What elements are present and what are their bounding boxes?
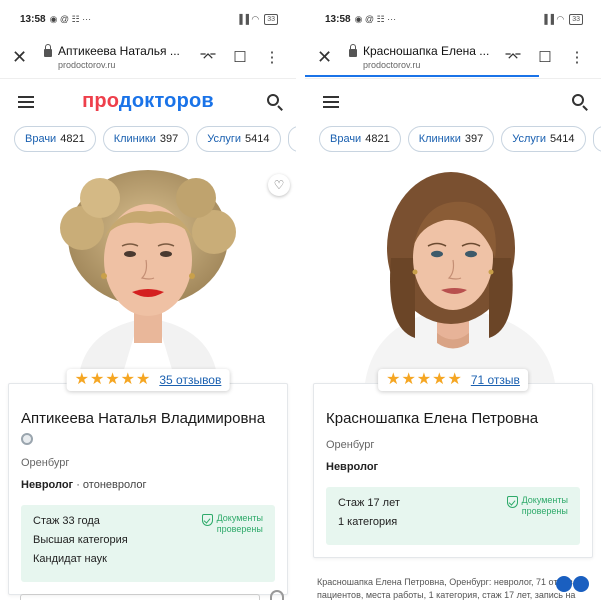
page-domain: prodoctorov.ru (363, 60, 421, 70)
chip-more[interactable] (287, 126, 296, 152)
battery-icon: 33 (264, 14, 278, 25)
doctor-portrait-image (60, 170, 236, 383)
notification-icons: ◉ @ ☷ ··· (49, 14, 92, 24)
doctor-photo: ★ ★ ★ ★ ★ 71 отзыв (305, 168, 601, 391)
url-area[interactable]: Красношапка Елена ... prodoctorov.ru (363, 44, 497, 70)
verified-label: Документы проверены (216, 513, 263, 534)
share-icon[interactable]: ⌤ (497, 48, 529, 66)
status-bar: 13:58 ◉ @ ☷ ··· ▐▐ ◠ 33 (0, 0, 296, 42)
rating-box: ★ ★ ★ ★ ★ 35 отзывов (66, 369, 230, 391)
more-menu-icon[interactable]: ⋮ (561, 48, 593, 66)
star-icon: ★ (401, 371, 416, 388)
chip-services[interactable]: Услуги 5414 (196, 126, 281, 152)
star-icon: ★ (432, 371, 447, 388)
star-icon: ★ (136, 371, 151, 388)
doctor-city: Оренбург (21, 457, 70, 469)
chip-clinics[interactable]: Клиники 397 (407, 126, 495, 152)
lock-icon (44, 44, 52, 57)
doctor-name: Красношапка Елена Петровна (326, 410, 539, 427)
hamburger-menu-icon[interactable] (323, 95, 339, 108)
bottom-action-icon[interactable] (270, 590, 284, 600)
bookmark-icon[interactable]: ☐ (529, 48, 561, 66)
degree-text: Кандидат наук (33, 553, 107, 565)
close-tab-icon[interactable]: ✕ (12, 47, 32, 68)
screen-divider (296, 0, 305, 600)
floating-chat-icon[interactable] (556, 576, 589, 592)
left-phone-screen: 13:58 ◉ @ ☷ ··· ▐▐ ◠ 33 ✕ Аптикеева Ната… (0, 0, 296, 600)
star-icon: ★ (120, 371, 136, 388)
reviews-link[interactable]: 71 отзыв (471, 373, 520, 387)
shield-check-icon (201, 514, 213, 526)
bookmark-icon[interactable]: ☐ (224, 48, 256, 66)
browser-toolbar: ✕ Аптикеева Наталья ... prodoctorov.ru ⌤… (0, 42, 296, 72)
doctor-card: Красношапка Елена Петровна Оренбург Невр… (313, 383, 593, 558)
shield-check-icon (506, 496, 518, 508)
reviews-link[interactable]: 35 отзывов (159, 373, 221, 387)
rating-box: ★ ★ ★ ★ ★ 71 отзыв (378, 369, 528, 391)
category-chips: Врачи 4821 Клиники 397 Услуги 5414 (305, 124, 601, 160)
star-icon: ★ (416, 371, 432, 388)
category-chips: Врачи 4821 Клиники 397 Услуги 5414 (0, 124, 296, 160)
documents-verified: Документы проверены (506, 495, 568, 517)
battery-icon: 33 (569, 14, 583, 25)
lock-icon (349, 44, 357, 57)
chip-clinics[interactable]: Клиники 397 (102, 126, 190, 152)
more-menu-icon[interactable]: ⋮ (256, 48, 288, 66)
star-rating: ★ ★ ★ ★ ★ (386, 372, 462, 388)
chip-doctors[interactable]: Врачи 4821 (14, 126, 96, 152)
doctor-specialty: Невролог (326, 461, 379, 473)
status-bar: 13:58 ◉ @ ☷ ··· ▐▐ ◠ 33 (305, 0, 601, 42)
experience-box: Стаж 17 лет 1 категория Документы провер… (326, 487, 580, 545)
verified-label: Документы проверены (521, 495, 568, 516)
page-load-progress (305, 75, 539, 77)
star-icon: ★ (74, 371, 89, 388)
star-icon: ★ (105, 371, 120, 388)
status-time: 13:58 (325, 14, 351, 25)
browser-toolbar: ✕ Красношапка Елена ... prodoctorov.ru ⌤… (305, 42, 601, 77)
page-title: Аптикеева Наталья ... (58, 44, 180, 58)
bottom-search-field[interactable] (20, 594, 260, 600)
star-icon: ★ (386, 371, 401, 388)
status-time: 13:58 (20, 14, 46, 25)
doctor-name: Аптикеева Наталья Владимировна (21, 410, 266, 427)
chip-services[interactable]: Услуги 5414 (501, 126, 586, 152)
page-domain: prodoctorov.ru (58, 60, 116, 70)
search-icon[interactable] (571, 93, 589, 111)
signal-wifi-icons: ▐▐ ◠ (236, 14, 260, 24)
star-icon: ★ (89, 371, 105, 388)
award-medal-icon[interactable] (21, 433, 33, 447)
hamburger-menu-icon[interactable] (18, 95, 34, 108)
search-icon[interactable] (266, 93, 284, 111)
chip-doctors[interactable]: Врачи 4821 (319, 126, 401, 152)
url-area[interactable]: Аптикеева Наталья ... prodoctorov.ru (58, 44, 192, 70)
share-icon[interactable]: ⌤ (192, 48, 224, 66)
doctor-specialty: Невролог · отоневролог (21, 479, 147, 491)
right-phone-screen: 13:58 ◉ @ ☷ ··· ▐▐ ◠ 33 ✕ Красношапка Ел… (305, 0, 601, 600)
star-icon: ★ (447, 371, 462, 388)
chip-more[interactable] (592, 126, 601, 152)
doctor-portrait-image (365, 172, 555, 383)
site-header (305, 78, 601, 124)
notification-icons: ◉ @ ☷ ··· (354, 14, 397, 24)
signal-wifi-icons: ▐▐ ◠ (541, 14, 565, 24)
site-logo[interactable]: продокторов (0, 90, 296, 113)
documents-verified: Документы проверены (201, 513, 263, 535)
close-tab-icon[interactable]: ✕ (317, 47, 337, 68)
page-title: Красношапка Елена ... (363, 44, 490, 58)
site-header: продокторов (0, 78, 296, 124)
page-meta-description: Красношапка Елена Петровна, Оренбург: не… (317, 577, 576, 600)
doctor-city: Оренбург (326, 439, 375, 451)
star-rating: ★ ★ ★ ★ ★ (75, 372, 151, 388)
experience-box: Стаж 33 года Высшая категория Кандидат н… (21, 505, 275, 582)
favorite-heart-icon[interactable]: ♡ (268, 174, 290, 196)
category-text: 1 категория (338, 516, 398, 528)
doctor-card: Аптикеева Наталья Владимировна Оренбург … (8, 383, 288, 595)
category-text: Высшая категория (33, 534, 128, 546)
doctor-photo: ♡ ★ ★ ★ ★ ★ 35 отзывов (0, 168, 296, 391)
